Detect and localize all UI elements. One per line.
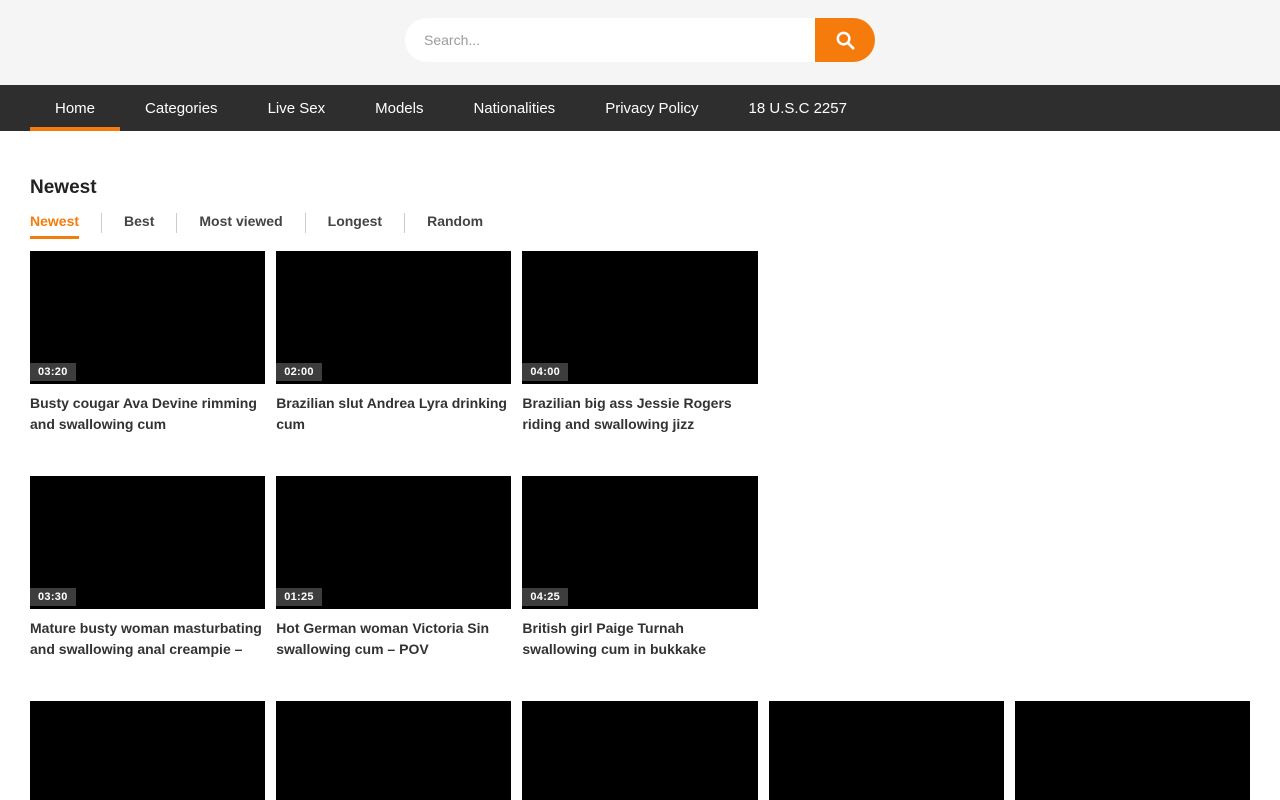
video-thumbnail[interactable]: [30, 701, 265, 800]
video-thumbnail[interactable]: [276, 701, 511, 800]
search-form: [405, 18, 875, 62]
video-thumbnail[interactable]: [1015, 701, 1250, 800]
tab-best[interactable]: Best: [124, 213, 154, 239]
video-thumbnail[interactable]: 03:30: [30, 476, 265, 609]
main-nav: HomeCategoriesLive SexModelsNationalitie…: [0, 85, 1280, 131]
tab-divider: [101, 213, 102, 233]
video-row: 03:30 Mature busty woman masturbating and…: [30, 476, 1250, 660]
tab-newest[interactable]: Newest: [30, 213, 79, 239]
nav-item-nationalities[interactable]: Nationalities: [448, 85, 580, 131]
video-thumbnail[interactable]: 02:00: [276, 251, 511, 384]
tab-divider: [305, 213, 306, 233]
nav-item-privacy-policy[interactable]: Privacy Policy: [580, 85, 723, 131]
video-card: [30, 701, 265, 800]
video-thumbnail[interactable]: 03:20: [30, 251, 265, 384]
nav-item-18-u-s-c-2257[interactable]: 18 U.S.C 2257: [724, 85, 872, 131]
video-row: 03:20 Busty cougar Ava Devine rimming and…: [30, 251, 1250, 435]
duration-badge: 01:25: [276, 588, 322, 606]
video-card: 02:00 Brazilian slut Andrea Lyra drinking…: [276, 251, 511, 435]
tab-divider: [176, 213, 177, 233]
page-title: Newest: [30, 177, 1250, 199]
duration-badge: 03:30: [30, 588, 76, 606]
tab-most-viewed[interactable]: Most viewed: [199, 213, 282, 239]
nav-item-categories[interactable]: Categories: [120, 85, 243, 131]
nav-item-models[interactable]: Models: [350, 85, 448, 131]
video-grid: 03:20 Busty cougar Ava Devine rimming and…: [30, 251, 1250, 800]
video-thumbnail[interactable]: [769, 701, 1004, 800]
video-row: [30, 701, 1250, 800]
tab-longest[interactable]: Longest: [328, 213, 382, 239]
video-card: 04:00 Brazilian big ass Jessie Rogers rid…: [522, 251, 757, 435]
duration-badge: 03:20: [30, 363, 76, 381]
nav-item-home[interactable]: Home: [30, 85, 120, 131]
search-header: [0, 0, 1280, 85]
tab-divider: [404, 213, 405, 233]
sort-tabs: Newest Best Most viewed Longest Random: [30, 213, 1250, 239]
video-card: [276, 701, 511, 800]
video-title[interactable]: Brazilian big ass Jessie Rogers riding a…: [522, 393, 757, 435]
video-title[interactable]: Hot German woman Victoria Sin swallowing…: [276, 618, 511, 660]
main-content: Newest Newest Best Most viewed Longest Rando…: [0, 177, 1280, 800]
video-card: [1015, 701, 1250, 800]
nav-item-live-sex[interactable]: Live Sex: [243, 85, 351, 131]
video-card: 04:25 British girl Paige Turnah swallowin…: [522, 476, 757, 660]
video-thumbnail[interactable]: 04:00: [522, 251, 757, 384]
video-card: 03:20 Busty cougar Ava Devine rimming and…: [30, 251, 265, 435]
tab-random[interactable]: Random: [427, 213, 483, 239]
duration-badge: 02:00: [276, 363, 322, 381]
search-icon: [834, 29, 857, 52]
video-title[interactable]: Busty cougar Ava Devine rimming and swal…: [30, 393, 265, 435]
video-card: 01:25 Hot German woman Victoria Sin swall…: [276, 476, 511, 660]
search-button[interactable]: [815, 18, 875, 62]
video-thumbnail[interactable]: [522, 701, 757, 800]
video-thumbnail[interactable]: 01:25: [276, 476, 511, 609]
video-title[interactable]: Brazilian slut Andrea Lyra drinking cum: [276, 393, 511, 435]
duration-badge: 04:25: [522, 588, 568, 606]
video-card: [522, 701, 757, 800]
duration-badge: 04:00: [522, 363, 568, 381]
video-thumbnail[interactable]: 04:25: [522, 476, 757, 609]
video-title[interactable]: British girl Paige Turnah swallowing cum…: [522, 618, 757, 660]
video-card: [769, 701, 1004, 800]
video-card: 03:30 Mature busty woman masturbating and…: [30, 476, 265, 660]
video-title[interactable]: Mature busty woman masturbating and swal…: [30, 618, 265, 660]
search-input[interactable]: [405, 18, 815, 62]
